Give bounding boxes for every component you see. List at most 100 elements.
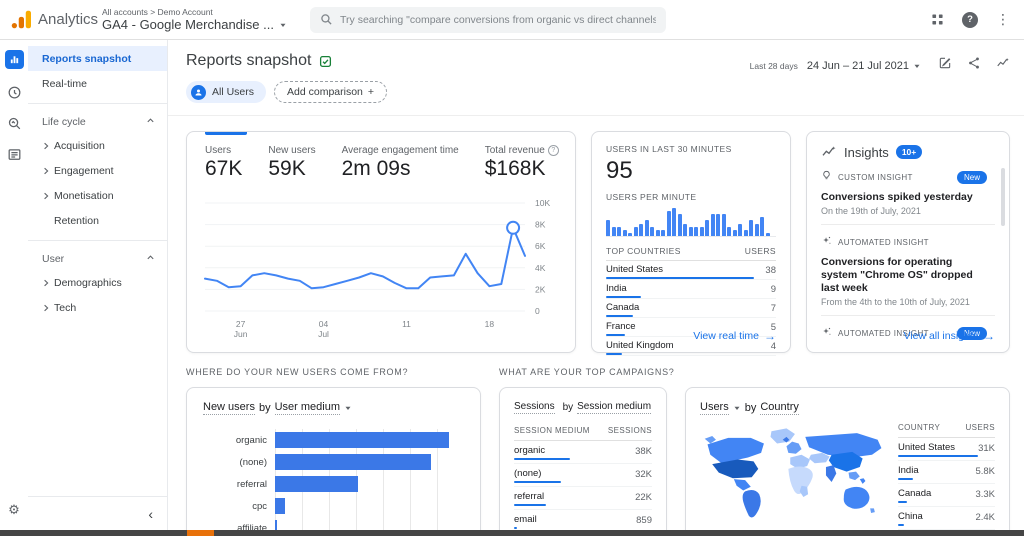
metric-label: Users xyxy=(205,145,232,156)
sidebar-item-demographics[interactable]: Demographics xyxy=(28,270,167,295)
per-minute-bar xyxy=(617,226,621,236)
sidebar-section-label: Life cycle xyxy=(42,116,86,128)
metric-selector[interactable]: New users xyxy=(203,401,255,415)
metric-tab-total-revenue[interactable]: Total revenue? $168K xyxy=(485,145,559,181)
date-range-picker[interactable]: 24 Jun – 21 Jul 2021 xyxy=(807,60,921,72)
reports-icon[interactable] xyxy=(4,50,24,69)
sparkle-icon xyxy=(821,324,832,342)
country-name: Canada xyxy=(606,302,640,313)
sessions-row[interactable]: organic 38K xyxy=(514,441,652,464)
scrollbar[interactable] xyxy=(1001,168,1005,226)
bar[interactable] xyxy=(275,520,278,530)
per-minute-bar xyxy=(754,223,759,236)
per-minute-bar xyxy=(622,229,627,236)
analytics-logo[interactable]: Analytics xyxy=(10,9,102,30)
edit-icon[interactable] xyxy=(938,56,952,75)
share-icon[interactable] xyxy=(967,56,981,75)
chevron-down-icon[interactable] xyxy=(733,404,741,412)
dimension-selector[interactable]: Country xyxy=(760,401,799,415)
map-country-row[interactable]: United States 31K xyxy=(898,438,995,461)
view-all-insights-link[interactable]: View all insights → xyxy=(903,329,995,343)
sidebar-item-tech[interactable]: Tech xyxy=(28,295,167,320)
realtime-country-row[interactable]: India 9 xyxy=(606,280,776,299)
per-minute-bar xyxy=(677,214,682,236)
realtime-clock-icon[interactable] xyxy=(7,85,22,100)
sidebar-item-label: Tech xyxy=(54,301,77,314)
bar-category-label: cpc xyxy=(252,500,267,512)
view-real-time-link[interactable]: View real time → xyxy=(693,329,776,343)
sessions-value: 38K xyxy=(635,446,652,457)
overview-card: Users 67K New users 59K Average engagement t… xyxy=(186,131,576,353)
users-per-minute-chart[interactable] xyxy=(606,207,776,237)
metric-selector[interactable]: Sessions xyxy=(514,401,555,414)
map-country-row[interactable]: India 5.8K xyxy=(898,461,995,484)
metric-tab-avg-engagement-time[interactable]: Average engagement time 2m 09s xyxy=(342,145,459,181)
metric-value: 67K xyxy=(205,157,243,180)
sessions-row[interactable]: email 859 xyxy=(514,510,652,530)
sidebar-item-retention[interactable]: Retention xyxy=(28,208,167,233)
sidebar-item-monetisation[interactable]: Monetisation xyxy=(28,183,167,208)
chevron-right-icon xyxy=(42,142,54,150)
dimension-selector[interactable]: User medium xyxy=(274,401,340,415)
help-icon[interactable]: ? xyxy=(547,145,559,156)
snapshot-check-icon[interactable] xyxy=(319,55,332,68)
insight-item[interactable]: AUTOMATED INSIGHT Conversions for operati… xyxy=(821,224,995,315)
sessions-row[interactable]: referral 22K xyxy=(514,487,652,510)
country-name: United States xyxy=(606,264,664,275)
insights-card: Insights 10+ CUSTOM INSIGHT New Conversion… xyxy=(806,131,1010,353)
insights-sparkle-icon[interactable] xyxy=(996,56,1010,75)
add-comparison-label: Add comparison xyxy=(287,86,363,98)
apps-grid-icon[interactable] xyxy=(931,13,944,26)
plus-icon: + xyxy=(367,86,375,98)
new-users-bar-chart[interactable]: organic(none)referralcpcaffiliateemail(d… xyxy=(203,429,464,530)
sidebar-item-acquisition[interactable]: Acquisition xyxy=(28,133,167,158)
metric-tab-new-users[interactable]: New users 59K xyxy=(268,145,315,181)
help-icon[interactable]: ? xyxy=(962,11,978,28)
admin-gear-icon[interactable]: ⚙ xyxy=(8,502,20,518)
search-input[interactable] xyxy=(310,6,666,33)
sidebar-section-life-cycle[interactable]: Life cycle xyxy=(28,111,167,133)
bar[interactable] xyxy=(275,454,431,470)
sessions-row[interactable]: (none) 32K xyxy=(514,464,652,487)
realtime-country-row[interactable]: United States 38 xyxy=(606,261,776,280)
sidebar-item-engagement[interactable]: Engagement xyxy=(28,158,167,183)
main-content: Reports snapshot All Users Add compariso… xyxy=(168,40,1024,530)
more-vert-icon[interactable]: ⋮ xyxy=(996,11,1010,28)
value-bar xyxy=(514,458,570,460)
all-users-chip[interactable]: All Users xyxy=(186,81,267,103)
map-country-row[interactable]: China 2.4K xyxy=(898,507,995,530)
chevron-up-icon xyxy=(146,253,155,265)
dimension-selector[interactable]: Session medium xyxy=(577,401,652,414)
per-minute-bar xyxy=(666,211,671,236)
insight-item[interactable]: CUSTOM INSIGHT New Conversions spiked yest… xyxy=(821,160,995,224)
chevron-down-icon[interactable] xyxy=(344,404,352,412)
realtime-country-row[interactable]: Canada 7 xyxy=(606,299,776,318)
users-by-country-card: Users by Country COUNTRY USERS United St… xyxy=(685,387,1010,530)
medium-name: referral xyxy=(514,491,545,502)
explore-search-icon[interactable] xyxy=(7,116,22,131)
sessions-value: 22K xyxy=(635,492,652,503)
add-comparison-chip[interactable]: Add comparison + xyxy=(274,81,388,103)
map-country-row[interactable]: Canada 3.3K xyxy=(898,484,995,507)
metric-tab-users[interactable]: Users 67K xyxy=(205,132,248,181)
sidebar-section-user[interactable]: User xyxy=(28,248,167,270)
metric-selector[interactable]: Users xyxy=(700,401,729,415)
sidebar-item-real-time[interactable]: Real-time xyxy=(28,71,167,96)
sidebar-item-label: Acquisition xyxy=(54,139,105,152)
account-switcher[interactable]: All accounts > Demo Account GA4 - Google… xyxy=(102,7,310,32)
sessions-header: SESSIONS xyxy=(607,426,652,435)
chevron-right-icon xyxy=(42,192,54,200)
bar[interactable] xyxy=(275,476,358,492)
users-trend-chart[interactable]: 10K 8K 6K 4K 2K 0 27 Jun 04 Jul 11 18 xyxy=(195,193,573,348)
collapse-sidebar-button[interactable]: ‹ xyxy=(28,496,167,530)
advertising-list-icon[interactable] xyxy=(7,147,22,162)
svg-text:6K: 6K xyxy=(535,241,546,251)
chevron-right-icon xyxy=(42,279,54,287)
sidebar-item-reports-snapshot[interactable]: Reports snapshot xyxy=(28,46,167,71)
bar[interactable] xyxy=(275,498,286,514)
by-label: by xyxy=(562,402,574,413)
bar[interactable] xyxy=(275,432,449,448)
per-minute-bar xyxy=(683,223,687,236)
world-map[interactable] xyxy=(700,421,888,530)
breadcrumb: All accounts > Demo Account xyxy=(102,7,213,17)
